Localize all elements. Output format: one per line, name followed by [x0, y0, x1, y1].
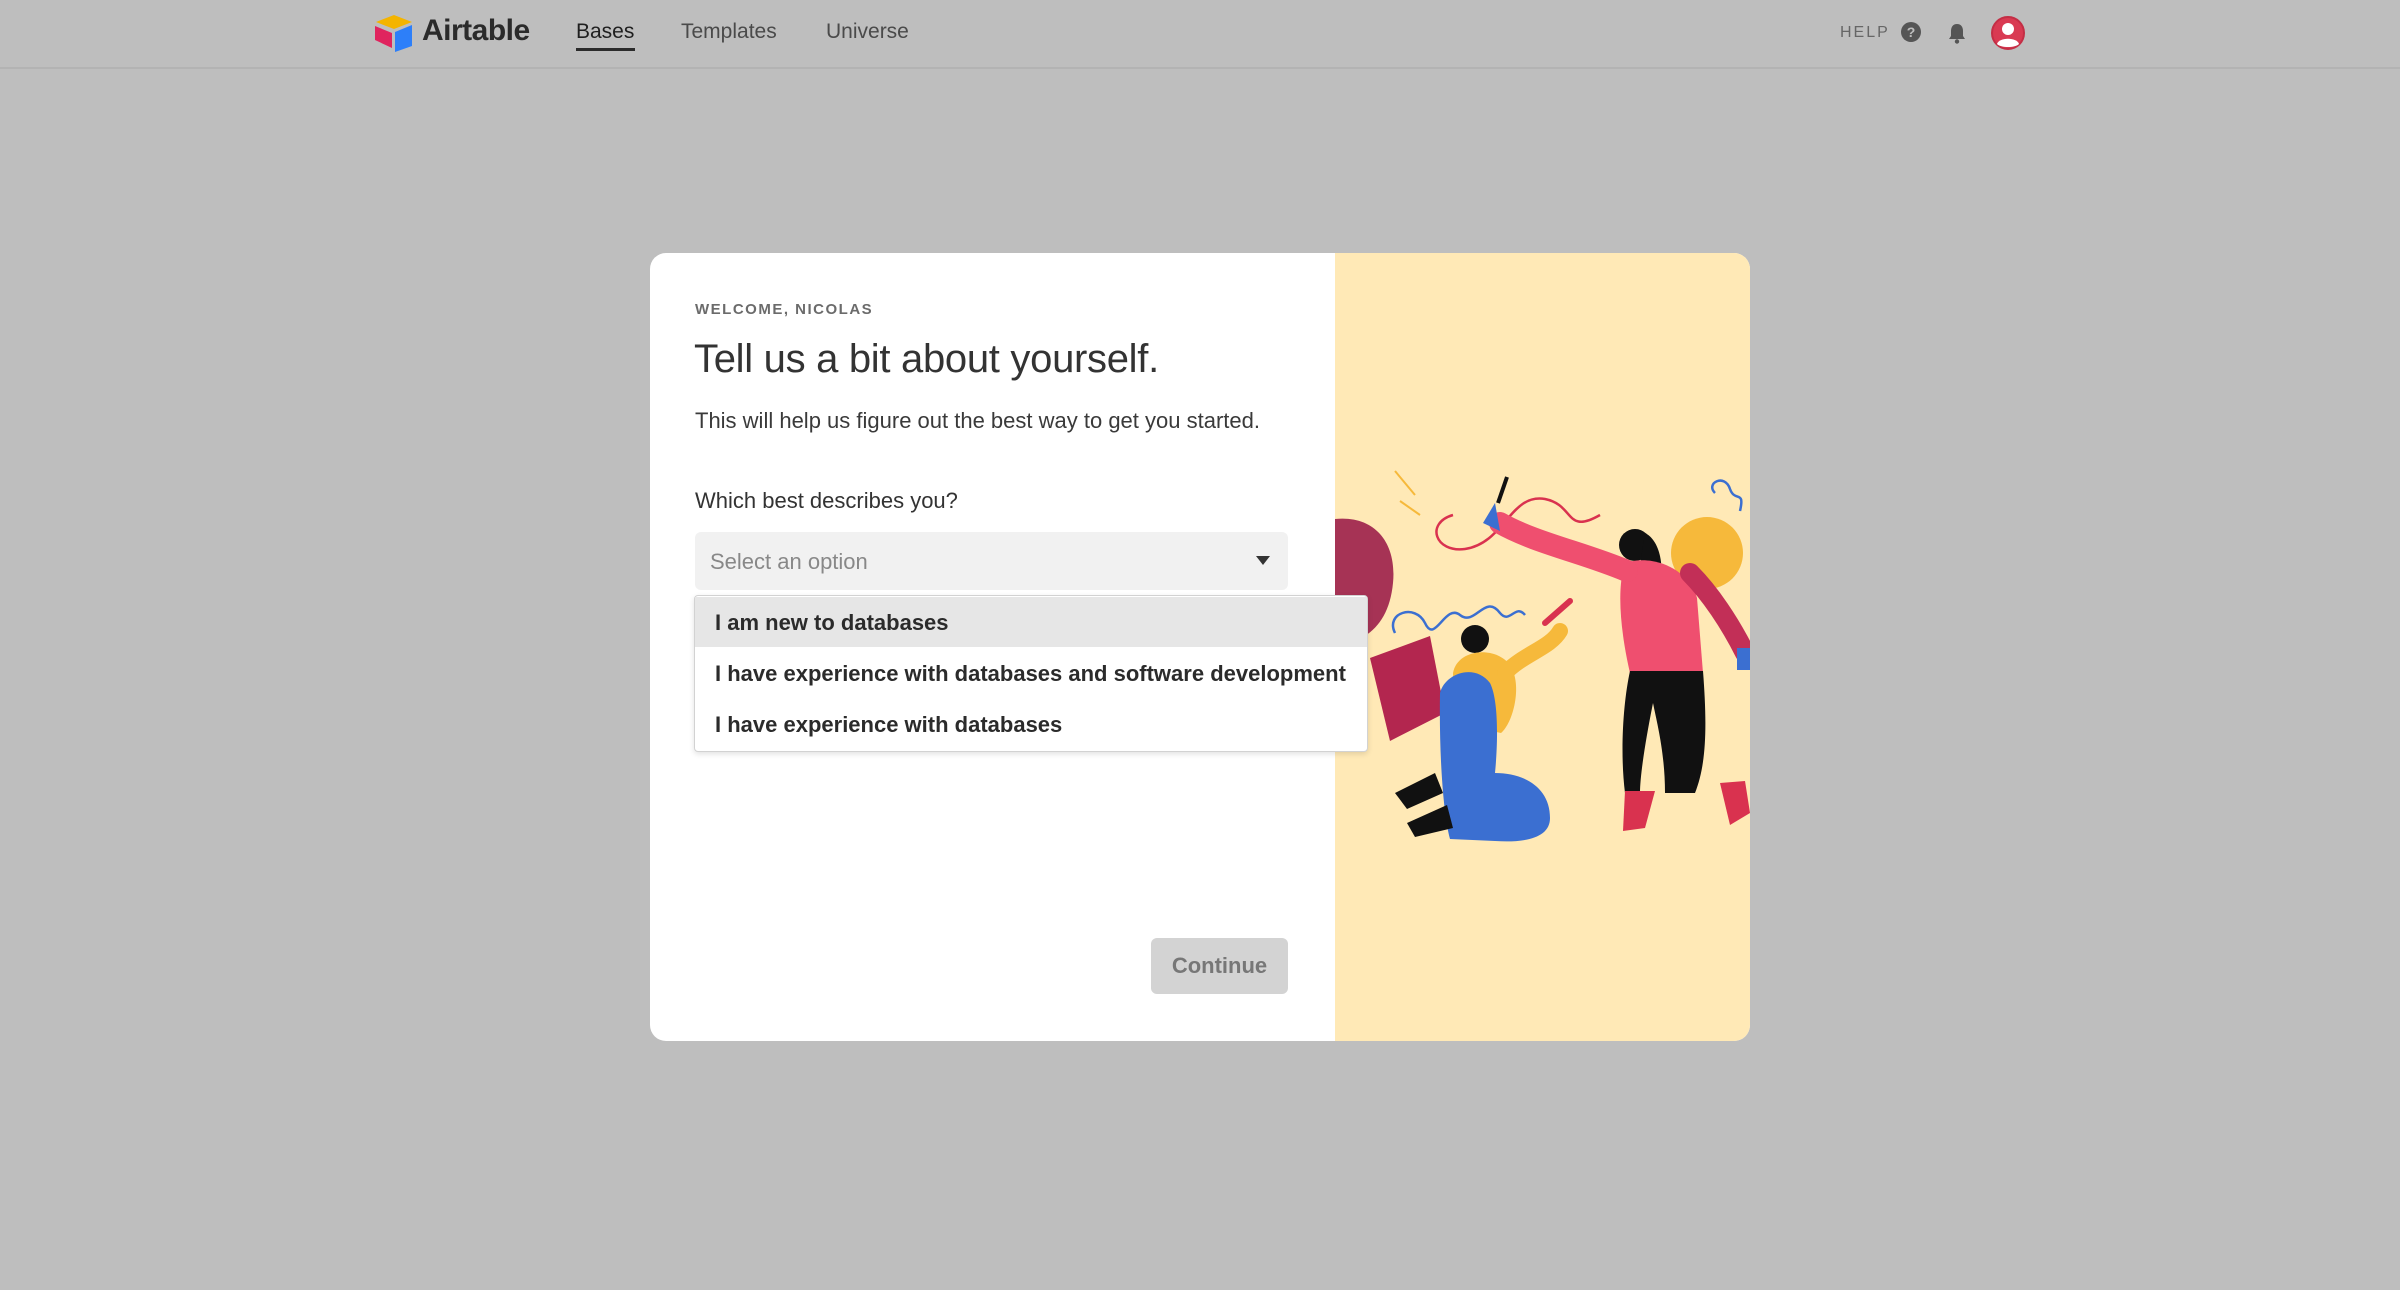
modal-title: Tell us a bit about yourself.	[694, 337, 1159, 381]
modal-subtitle: This will help us figure out the best wa…	[695, 408, 1260, 433]
option-label: I have experience with databases and sof…	[715, 661, 1346, 686]
nav-bases[interactable]: Bases	[576, 20, 634, 44]
airtable-logo-icon[interactable]	[373, 14, 415, 52]
experience-dropdown-menu: I am new to databases I have experience …	[694, 595, 1368, 752]
bell-icon[interactable]	[1947, 22, 1967, 44]
caret-down-icon	[1256, 556, 1270, 565]
brand-name[interactable]: Airtable	[422, 14, 530, 48]
onboarding-modal: WELCOME, NICOLAS Tell us a bit about you…	[650, 253, 1750, 1041]
user-avatar-icon[interactable]	[1991, 16, 2025, 50]
select-placeholder: Select an option	[710, 549, 868, 574]
option-databases-and-software-dev[interactable]: I have experience with databases and sof…	[695, 648, 1367, 698]
svg-text:?: ?	[1907, 24, 1916, 40]
illustration-panel	[1335, 253, 1750, 1041]
nav-universe[interactable]: Universe	[826, 20, 909, 44]
people-drawing-illustration	[1335, 470, 1750, 842]
continue-button[interactable]: Continue	[1151, 938, 1288, 994]
continue-label: Continue	[1171, 953, 1268, 978]
question-circle-icon[interactable]: ?	[1901, 22, 1921, 42]
option-experienced-with-databases[interactable]: I have experience with databases	[695, 699, 1367, 749]
nav-active-indicator	[576, 48, 635, 51]
experience-select[interactable]: Select an option	[695, 532, 1288, 590]
nav-templates[interactable]: Templates	[681, 20, 777, 44]
experience-question-label: Which best describes you?	[695, 488, 958, 513]
modal-form-panel: WELCOME, NICOLAS Tell us a bit about you…	[650, 253, 1368, 1041]
welcome-eyebrow: WELCOME, NICOLAS	[695, 301, 874, 318]
option-label: I have experience with databases	[715, 712, 1063, 737]
top-nav-bar: Airtable Bases Templates Universe HELP ?	[0, 0, 2400, 69]
option-new-to-databases[interactable]: I am new to databases	[695, 597, 1367, 647]
option-label: I am new to databases	[715, 610, 949, 635]
help-link[interactable]: HELP	[1840, 24, 1890, 42]
